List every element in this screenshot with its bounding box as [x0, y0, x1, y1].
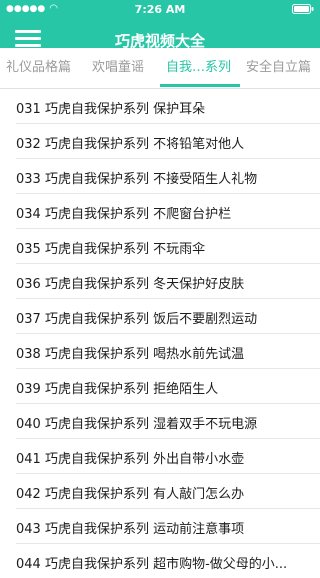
list-item-title: 038 巧虎自我保护系列 喝热水前先试温 [16, 347, 245, 362]
list-item-title: 037 巧虎自我保护系列 饭后不要剧烈运动 [16, 312, 258, 327]
list-item[interactable]: 038 巧虎自我保护系列 喝热水前先试温 [16, 334, 320, 369]
list-item-title: 035 巧虎自我保护系列 不玩雨伞 [16, 242, 206, 257]
tab-safety[interactable]: 安全自立篇 [246, 56, 311, 75]
category-tabs: 礼仪品格篇 欢唱童谣 自我…系列 安全自立篇 [0, 48, 320, 89]
list-item[interactable]: 033 巧虎自我保护系列 不接受陌生人礼物 [16, 159, 320, 194]
list-item-title: 033 巧虎自我保护系列 不接受陌生人礼物 [16, 172, 258, 187]
status-time: 7:26 AM [134, 3, 186, 16]
list-item-title: 032 巧虎自我保护系列 不将铅笔对他人 [16, 137, 245, 152]
list-item-title: 043 巧虎自我保护系列 运动前注意事项 [16, 522, 245, 537]
list-item[interactable]: 044 巧虎自我保护系列 超市购物-做父母的小... [16, 544, 320, 578]
tab-etiquette[interactable]: 礼仪品格篇 [6, 56, 71, 75]
status-bar: ●●●●● ◠ 7:26 AM [0, 0, 320, 20]
list-item[interactable]: 031 巧虎自我保护系列 保护耳朵 [16, 89, 320, 124]
list-item-title: 031 巧虎自我保护系列 保护耳朵 [16, 102, 206, 117]
list-item[interactable]: 040 巧虎自我保护系列 湿着双手不玩电源 [16, 404, 320, 439]
list-item[interactable]: 039 巧虎自我保护系列 拒绝陌生人 [16, 369, 320, 404]
list-item-title: 041 巧虎自我保护系列 外出自带小水壶 [16, 452, 245, 467]
list-item[interactable]: 042 巧虎自我保护系列 有人敲门怎么办 [16, 474, 320, 509]
list-item-title: 040 巧虎自我保护系列 湿着双手不玩电源 [16, 417, 258, 432]
list-item-title: 042 巧虎自我保护系列 有人敲门怎么办 [16, 487, 245, 502]
list-item-title: 039 巧虎自我保护系列 拒绝陌生人 [16, 382, 219, 397]
list-item[interactable]: 041 巧虎自我保护系列 外出自带小水壶 [16, 439, 320, 474]
list-item[interactable]: 036 巧虎自我保护系列 冬天保护好皮肤 [16, 264, 320, 299]
list-item-title: 044 巧虎自我保护系列 超市购物-做父母的小... [16, 557, 288, 572]
list-item[interactable]: 035 巧虎自我保护系列 不玩雨伞 [16, 229, 320, 264]
list-item[interactable]: 043 巧虎自我保护系列 运动前注意事项 [16, 509, 320, 544]
battery-icon [292, 4, 314, 17]
tab-self-protection[interactable]: 自我…系列 [166, 56, 231, 75]
list-item[interactable]: 037 巧虎自我保护系列 饭后不要剧烈运动 [16, 299, 320, 334]
list-item[interactable]: 032 巧虎自我保护系列 不将铅笔对他人 [16, 124, 320, 159]
list-item-title: 036 巧虎自我保护系列 冬天保护好皮肤 [16, 277, 245, 292]
list-item[interactable]: 034 巧虎自我保护系列 不爬窗台护栏 [16, 194, 320, 229]
active-tab-indicator [160, 84, 240, 87]
video-list: 031 巧虎自我保护系列 保护耳朵 032 巧虎自我保护系列 不将铅笔对他人 0… [0, 89, 320, 578]
tab-nursery-rhymes[interactable]: 欢唱童谣 [92, 56, 144, 75]
list-item-title: 034 巧虎自我保护系列 不爬窗台护栏 [16, 207, 232, 222]
